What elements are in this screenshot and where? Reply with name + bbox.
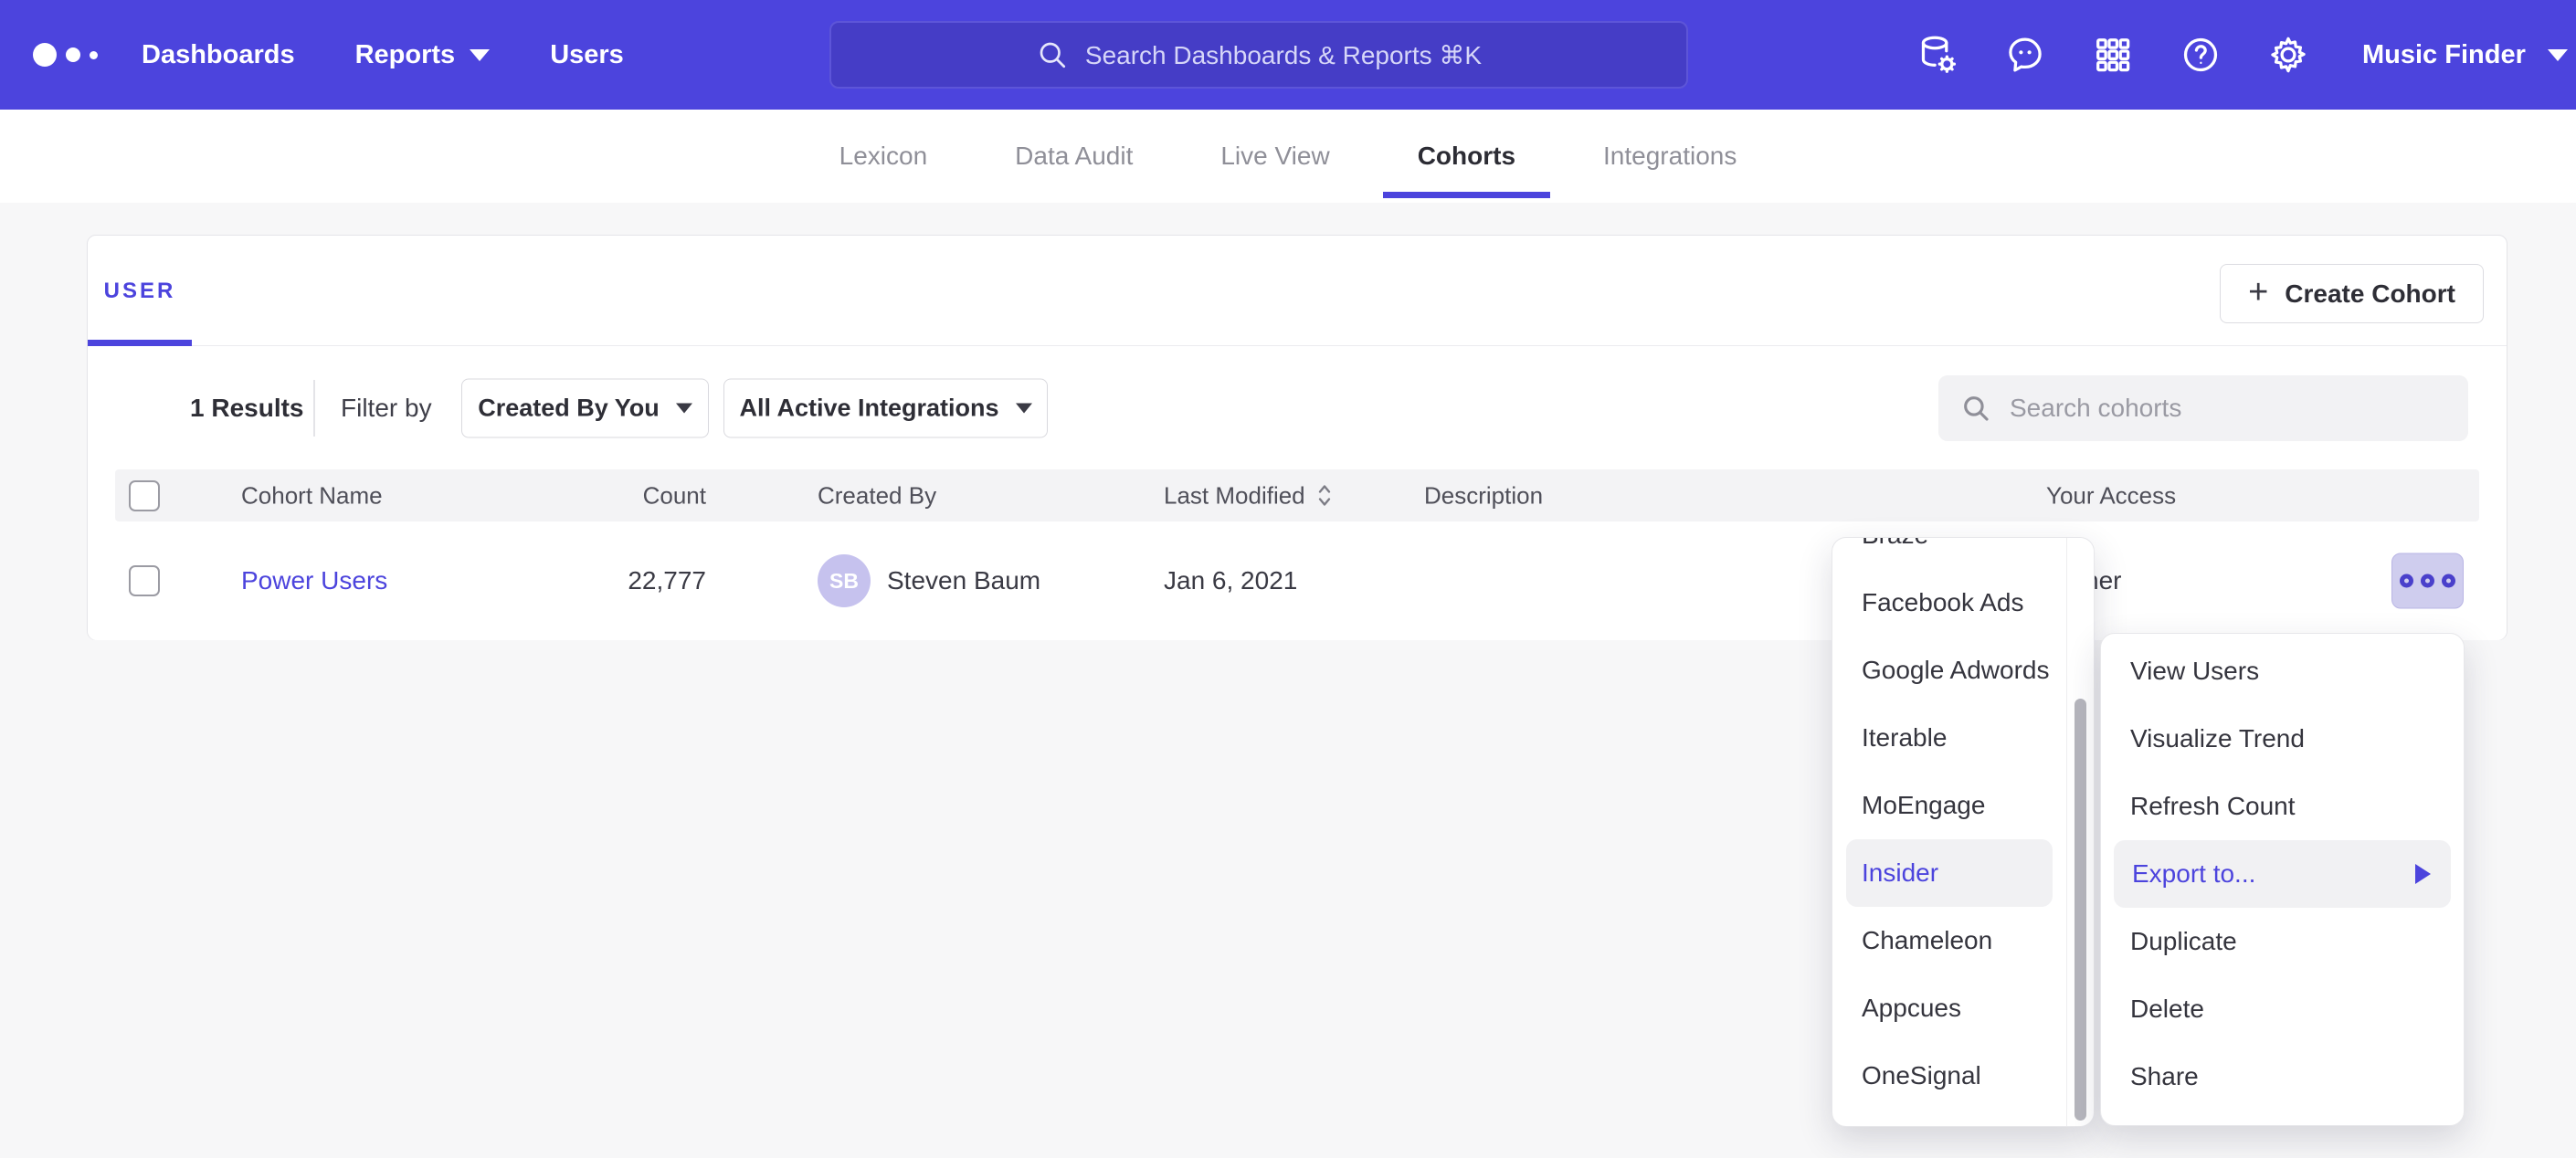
nav-item-users[interactable]: Users [550, 40, 624, 70]
apps-grid-icon[interactable] [2092, 34, 2134, 76]
column-description: Description [1424, 481, 1543, 510]
column-cohort-name: Cohort Name [241, 481, 383, 510]
subnav-tab[interactable]: Integrations [1596, 110, 1744, 203]
chevron-down-icon [1016, 403, 1032, 413]
export-destination-item[interactable]: Iterable [1832, 704, 2066, 772]
row-checkbox[interactable] [129, 565, 160, 596]
table-row: Power Users 22,777 SB Steven Baum Jan 6,… [88, 521, 2507, 640]
row-action-item[interactable]: Visualize Trend [2101, 705, 2464, 773]
mixpanel-logo-icon[interactable] [33, 0, 98, 110]
last-modified-value: Jan 6, 2021 [1164, 566, 1297, 595]
top-nav: Dashboards Reports Users Search Dashboar… [0, 0, 2576, 110]
project-name: Music Finder [2362, 40, 2526, 70]
cohort-search-input[interactable] [2010, 394, 2430, 423]
help-icon[interactable] [2180, 34, 2222, 76]
export-destination-item[interactable]: Braze [1832, 537, 2066, 569]
row-action-item[interactable]: View Users [2101, 637, 2464, 705]
column-created-by: Created By [818, 481, 936, 510]
settings-gear-icon[interactable] [2267, 34, 2309, 76]
subnav-tab[interactable]: Lexicon [832, 110, 935, 203]
cohorts-card: USER + Create Cohort 1 Results Filter by… [87, 235, 2507, 640]
menu-scrollbar-track [2066, 538, 2094, 1126]
chevron-down-icon [470, 49, 490, 61]
row-action-item[interactable]: Refresh Count [2101, 773, 2464, 840]
export-destination-item[interactable]: Insider [1846, 839, 2053, 907]
export-destination-item[interactable]: OneSignal [1832, 1042, 2066, 1110]
subnav-tab[interactable]: Cohorts [1410, 110, 1523, 203]
cohort-name-link[interactable]: Power Users [241, 566, 387, 595]
row-action-item[interactable]: Export to... [2114, 840, 2451, 908]
chevron-down-icon [676, 403, 692, 413]
subnav-tab[interactable]: Data Audit [1008, 110, 1140, 203]
cohorts-page: Dashboards Reports Users Search Dashboar… [0, 0, 2576, 1158]
search-icon [1036, 38, 1069, 71]
row-actions-button[interactable] [2391, 553, 2464, 609]
data-management-icon[interactable] [1916, 34, 1958, 76]
cohort-search [1938, 375, 2468, 441]
menu-scrollbar-thumb[interactable] [2075, 699, 2086, 1121]
filter-by-label: Filter by [341, 394, 432, 423]
column-count: Count [544, 481, 706, 510]
tab-user-underline [88, 340, 192, 346]
results-count: 1 Results [190, 394, 304, 423]
export-destinations-menu: BrazeFacebook AdsGoogle AdwordsIterableM… [1832, 537, 2095, 1127]
create-cohort-button[interactable]: + Create Cohort [2220, 264, 2484, 323]
row-actions-menu: View Users Visualize Trend Refresh Count… [2100, 633, 2465, 1126]
global-search-placeholder: Search Dashboards & Reports ⌘K [1085, 40, 1482, 70]
export-destination-item[interactable]: Chameleon [1832, 907, 2066, 974]
avatar: SB [818, 554, 871, 607]
cohort-type-tabbar: USER + Create Cohort [88, 236, 2507, 346]
created-by-value: Steven Baum [887, 566, 1040, 595]
row-action-item[interactable]: Delete [2101, 975, 2464, 1043]
subnav-tab[interactable]: Live View [1213, 110, 1336, 203]
divider [313, 380, 315, 437]
submenu-arrow-icon [2415, 864, 2431, 884]
ellipsis-icon [2400, 574, 2413, 588]
nav-item-reports[interactable]: Reports [355, 40, 491, 70]
row-action-item[interactable]: Share [2101, 1043, 2464, 1111]
cohort-count: 22,777 [544, 566, 706, 595]
search-icon [1960, 393, 1991, 424]
top-nav-icons [1916, 0, 2309, 110]
table-header: Cohort Name Count Created By Last Modifi… [115, 469, 2479, 521]
project-switcher[interactable]: Music Finder [2362, 0, 2568, 110]
export-destination-item[interactable]: Facebook Ads [1832, 569, 2066, 637]
data-management-tabs: Lexicon Data Audit Live View Cohorts Integra… [0, 110, 2576, 203]
plus-icon: + [2248, 275, 2268, 310]
feedback-chat-icon[interactable] [2004, 34, 2046, 76]
integrations-filter-dropdown[interactable]: All Active Integrations [723, 378, 1048, 437]
export-destinations-list: BrazeFacebook AdsGoogle AdwordsIterableM… [1832, 537, 2066, 1110]
top-nav-links: Dashboards Reports Users [142, 0, 624, 110]
column-your-access: Your Access [2046, 481, 2176, 510]
select-all-checkbox[interactable] [129, 480, 160, 511]
column-last-modified[interactable]: Last Modified [1164, 481, 1333, 510]
export-destination-item[interactable]: Appcues [1832, 974, 2066, 1042]
nav-item-dashboards[interactable]: Dashboards [142, 40, 295, 70]
chevron-down-icon [2548, 49, 2568, 61]
export-destination-item[interactable]: Google Adwords [1832, 637, 2066, 704]
global-search-button[interactable]: Search Dashboards & Reports ⌘K [829, 21, 1688, 89]
filters-row: 1 Results Filter by Created By You All A… [88, 346, 2507, 469]
sort-icon [1316, 483, 1333, 509]
created-by-filter-dropdown[interactable]: Created By You [461, 378, 709, 437]
export-destination-item[interactable]: MoEngage [1832, 772, 2066, 839]
tab-user[interactable]: USER [88, 236, 192, 346]
row-action-item[interactable]: Duplicate [2101, 908, 2464, 975]
